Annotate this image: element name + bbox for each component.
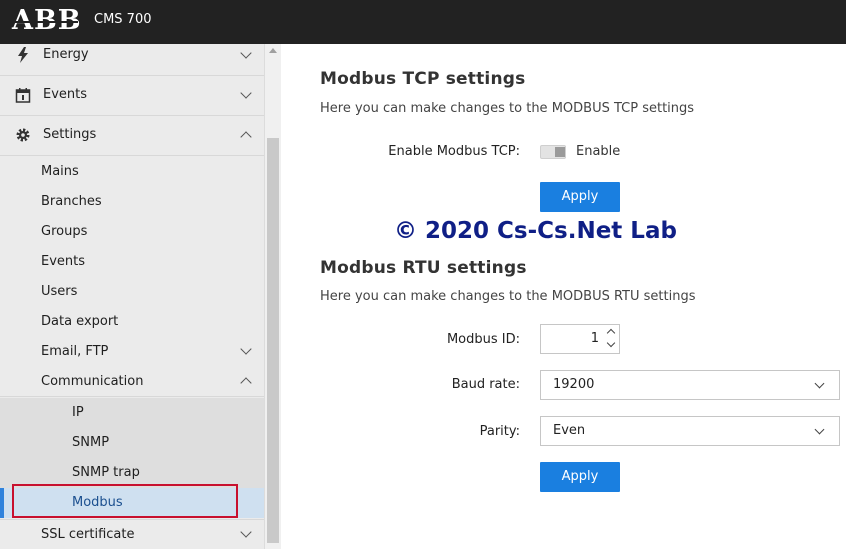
parity-label: Parity:	[479, 424, 520, 439]
sidebar-item-label: SSL certificate	[41, 527, 135, 542]
calendar-icon	[14, 87, 32, 105]
sidebar-item-label: IP	[72, 405, 84, 420]
chevron-down-icon	[814, 424, 825, 435]
logo-divider	[12, 21, 78, 23]
sidebar-item-data-export[interactable]: Data export	[0, 307, 264, 337]
watermark-text: © 2020 Cs-Cs.Net Lab	[394, 218, 677, 244]
spin-up-icon[interactable]	[606, 328, 616, 338]
baud-rate-value: 19200	[553, 377, 595, 392]
rtu-apply-button[interactable]: Apply	[540, 462, 620, 492]
sidebar-item-label: Branches	[41, 194, 102, 209]
enable-modbus-tcp-toggle[interactable]	[540, 145, 566, 159]
sidebar-item-label: Communication	[41, 374, 144, 389]
modbus-id-label: Modbus ID:	[446, 332, 520, 347]
scrollbar-thumb[interactable]	[267, 138, 279, 543]
sidebar-item-groups[interactable]: Groups	[0, 217, 264, 247]
sidebar-item-events[interactable]: Events	[0, 76, 264, 116]
chevron-up-icon	[240, 131, 252, 143]
sidebar-item-snmp[interactable]: SNMP	[0, 428, 264, 458]
chevron-down-icon	[240, 526, 252, 538]
scroll-up-arrow-icon[interactable]	[269, 48, 277, 53]
sidebar-item-label: SNMP	[72, 435, 110, 450]
toggle-label: Enable	[576, 144, 621, 159]
sidebar: Energy Events Settings Mains Branches Gr…	[0, 44, 264, 549]
tcp-description: Here you can make changes to the MODBUS …	[320, 101, 695, 116]
rtu-description: Here you can make changes to the MODBUS …	[320, 289, 696, 304]
active-indicator	[0, 488, 4, 518]
top-bar: ABB CMS 700	[0, 0, 846, 44]
sidebar-item-communication[interactable]: Communication	[0, 367, 264, 397]
sidebar-item-energy[interactable]: Energy	[0, 44, 264, 76]
chevron-up-icon	[240, 377, 252, 389]
enable-modbus-tcp-label: Enable Modbus TCP:	[388, 144, 520, 159]
rtu-heading: Modbus RTU settings	[320, 258, 527, 278]
parity-select[interactable]: Even	[540, 416, 840, 446]
sidebar-item-users[interactable]: Users	[0, 277, 264, 307]
sidebar-item-label: Mains	[41, 164, 79, 179]
sidebar-item-label: Email, FTP	[41, 344, 109, 359]
sidebar-item-events-settings[interactable]: Events	[0, 247, 264, 277]
chevron-down-icon	[240, 343, 252, 355]
sidebar-item-branches[interactable]: Branches	[0, 187, 264, 217]
sidebar-item-label: SNMP trap	[72, 465, 140, 480]
sidebar-scrollbar[interactable]	[264, 44, 281, 549]
sidebar-item-ip[interactable]: IP	[0, 398, 264, 428]
sidebar-item-label: Settings	[43, 127, 97, 142]
sidebar-item-settings[interactable]: Settings	[0, 116, 264, 156]
sidebar-item-label: Events	[43, 87, 88, 102]
modbus-id-stepper[interactable]: 1	[540, 324, 620, 354]
baud-rate-select[interactable]: 19200	[540, 370, 840, 400]
sidebar-item-ssl-certificate[interactable]: SSL certificate	[0, 519, 264, 549]
tcp-heading: Modbus TCP settings	[320, 69, 526, 89]
sidebar-item-label: Events	[41, 254, 86, 269]
main-content: Modbus TCP settings Here you can make ch…	[282, 44, 846, 549]
sidebar-item-email-ftp[interactable]: Email, FTP	[0, 337, 264, 367]
lightning-icon	[14, 47, 32, 65]
sidebar-item-mains[interactable]: Mains	[0, 157, 264, 187]
spin-down-icon[interactable]	[606, 338, 616, 348]
chevron-down-icon	[240, 47, 252, 59]
sidebar-item-label: Data export	[41, 314, 119, 329]
modbus-id-value: 1	[590, 331, 599, 346]
tcp-apply-button[interactable]: Apply	[540, 182, 620, 212]
toggle-knob	[555, 147, 565, 157]
gear-icon	[14, 127, 32, 145]
sidebar-item-label: Energy	[43, 47, 89, 62]
app-title: CMS 700	[94, 12, 152, 27]
sidebar-item-label: Groups	[41, 224, 88, 239]
modbus-highlight-annotation	[12, 484, 238, 518]
chevron-down-icon	[240, 87, 252, 99]
sidebar-item-label: Users	[41, 284, 78, 299]
chevron-down-icon	[814, 378, 825, 389]
parity-value: Even	[553, 423, 586, 438]
baud-rate-label: Baud rate:	[451, 377, 520, 392]
